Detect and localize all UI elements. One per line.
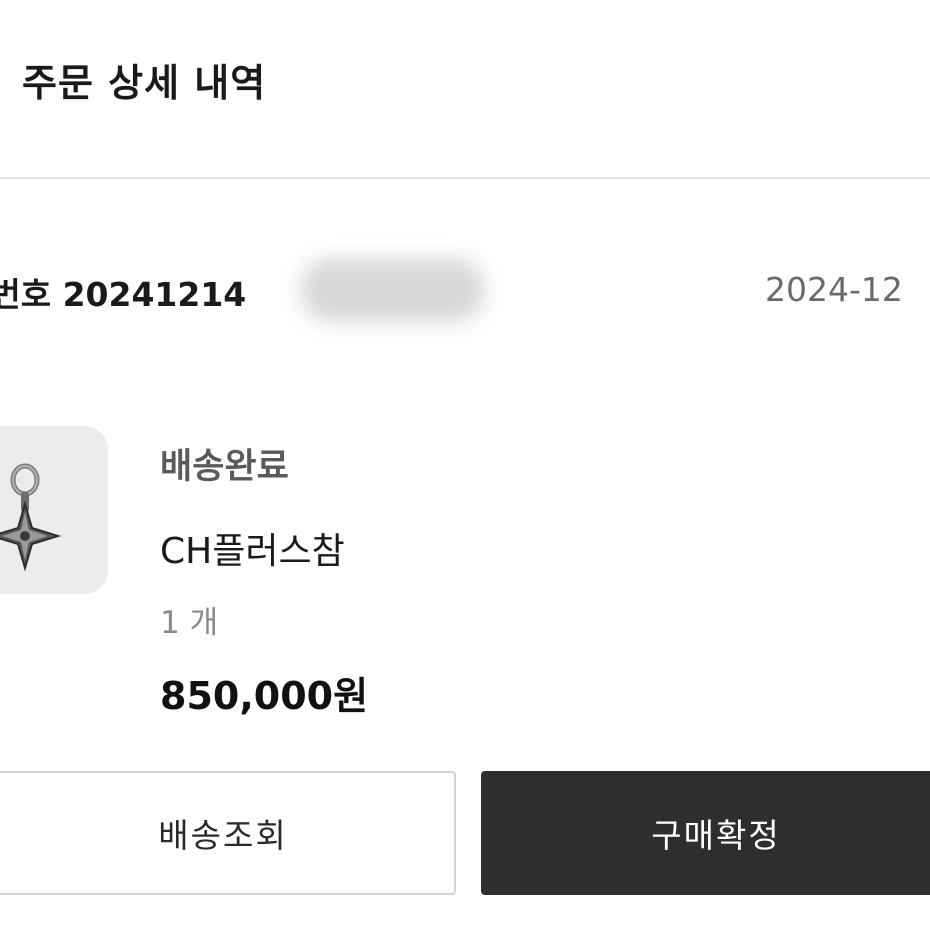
product-quantity: 1 개 xyxy=(160,605,219,641)
product-price: 850,000원 xyxy=(160,674,369,718)
order-info-row: 문번호 20241214 2024-12 xyxy=(0,258,930,322)
header-divider xyxy=(0,177,930,179)
order-date: 2024-12 xyxy=(765,270,903,309)
confirm-purchase-button[interactable]: 구매확정 xyxy=(481,771,930,895)
order-detail-page: 주문 상세 내역 문번호 20241214 2024-12 배송완료 CH플러스… xyxy=(0,0,930,930)
delivery-status: 배송완료 xyxy=(160,447,289,487)
cross-pendant-icon xyxy=(0,463,62,572)
order-number: 문번호 20241214 xyxy=(0,275,247,314)
product-name[interactable]: CH플러스참 xyxy=(160,522,345,574)
redacted-order-number xyxy=(300,258,485,322)
track-delivery-button[interactable]: 배송조회 xyxy=(0,771,456,895)
page-title: 주문 상세 내역 xyxy=(22,61,267,105)
product-thumbnail[interactable] xyxy=(0,426,108,594)
